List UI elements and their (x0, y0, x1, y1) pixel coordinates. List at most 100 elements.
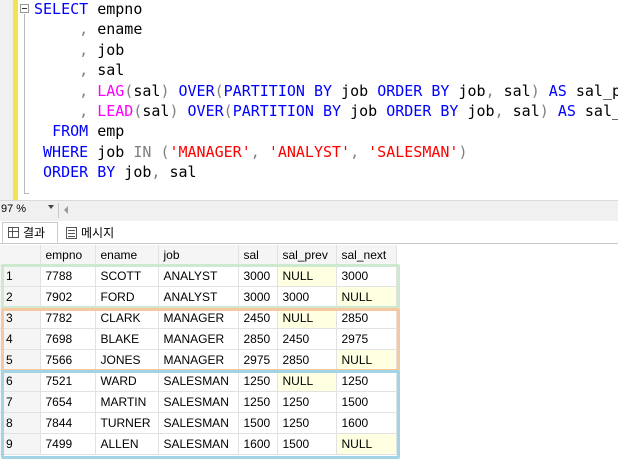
table-row[interactable]: 2 7902 FORD ANALYST 3000 3000 NULL (0, 286, 397, 308)
cell-empno[interactable]: 7844 (40, 412, 96, 434)
cell-job[interactable]: MANAGER (158, 328, 239, 350)
cell-sal[interactable]: 1250 (238, 391, 278, 413)
collapse-icon[interactable] (20, 4, 29, 13)
cell-sal-prev[interactable]: 1250 (277, 391, 337, 413)
cell-empno[interactable]: 7788 (40, 265, 96, 287)
cell-sal-next[interactable]: 1500 (336, 391, 397, 413)
row-number[interactable]: 5 (0, 349, 41, 371)
row-number[interactable]: 6 (0, 370, 41, 392)
column-header-empno[interactable]: empno (40, 245, 96, 266)
cell-ename[interactable]: JONES (95, 349, 159, 371)
cell-job[interactable]: MANAGER (158, 307, 239, 329)
table-row[interactable]: 4 7698 BLAKE MANAGER 2850 2450 2975 (0, 328, 397, 350)
code-line[interactable]: , ename (34, 19, 618, 39)
table-row[interactable]: 9 7499 ALLEN SALESMAN 1600 1500 NULL (0, 433, 397, 455)
cell-job[interactable]: MANAGER (158, 349, 239, 371)
cell-ename[interactable]: TURNER (95, 412, 159, 434)
code-line[interactable]: , LEAD(sal) OVER(PARTITION BY job ORDER … (34, 101, 618, 121)
row-number[interactable]: 7 (0, 391, 41, 413)
cell-sal[interactable]: 3000 (238, 265, 278, 287)
cell-ename[interactable]: BLAKE (95, 328, 159, 350)
row-number[interactable]: 1 (0, 265, 41, 287)
row-number[interactable]: 8 (0, 412, 41, 434)
cell-sal-prev[interactable]: 1500 (277, 433, 337, 455)
tab-results[interactable]: 결과 (2, 222, 58, 243)
cell-job[interactable]: SALESMAN (158, 433, 239, 455)
code-token: job (458, 101, 495, 120)
zoom-dropdown[interactable]: 97 % (0, 203, 58, 218)
cell-ename[interactable]: CLARK (95, 307, 159, 329)
cell-sal[interactable]: 2450 (238, 307, 278, 329)
code-line[interactable]: SELECT empno (34, 0, 618, 19)
code-line[interactable]: , sal (34, 60, 618, 80)
cell-empno[interactable]: 7521 (40, 370, 96, 392)
table-row[interactable]: 6 7521 WARD SALESMAN 1250 NULL 1250 (0, 370, 397, 392)
cell-empno[interactable]: 7698 (40, 328, 96, 350)
cell-ename[interactable]: FORD (95, 286, 159, 308)
code-line[interactable]: , LAG(sal) OVER(PARTITION BY job ORDER B… (34, 81, 618, 101)
cell-sal-prev[interactable]: NULL (277, 265, 337, 287)
table-row[interactable]: 1 7788 SCOTT ANALYST 3000 NULL 3000 (0, 265, 397, 287)
cell-sal[interactable]: 1500 (238, 412, 278, 434)
cell-sal-next[interactable]: 1600 (336, 412, 397, 434)
cell-ename[interactable]: SCOTT (95, 265, 159, 287)
column-header-rownum[interactable] (0, 245, 41, 266)
cell-job[interactable]: SALESMAN (158, 370, 239, 392)
table-row[interactable]: 8 7844 TURNER SALESMAN 1500 1250 1600 (0, 412, 397, 434)
cell-ename[interactable]: ALLEN (95, 433, 159, 455)
cell-sal-next[interactable]: 2850 (336, 307, 397, 329)
cell-empno[interactable]: 7902 (40, 286, 96, 308)
sql-code[interactable]: SELECT empno , ename , job , sal , LAG(s… (34, 0, 618, 183)
table-row[interactable]: 5 7566 JONES MANAGER 2975 2850 NULL (0, 349, 397, 371)
code-token: job (88, 40, 125, 59)
cell-sal[interactable]: 3000 (238, 286, 278, 308)
row-number[interactable]: 3 (0, 307, 41, 329)
column-header-sal[interactable]: sal (238, 245, 278, 266)
column-header-ename[interactable]: ename (95, 245, 159, 266)
cell-sal-next[interactable]: NULL (336, 286, 397, 308)
cell-sal-prev[interactable]: NULL (277, 307, 337, 329)
cell-sal-next[interactable]: 2975 (336, 328, 397, 350)
cell-sal[interactable]: 1250 (238, 370, 278, 392)
cell-sal[interactable]: 2850 (238, 328, 278, 350)
cell-sal-prev[interactable]: 2450 (277, 328, 337, 350)
cell-sal-prev[interactable]: 2850 (277, 349, 337, 371)
cell-job[interactable]: SALESMAN (158, 391, 239, 413)
cell-sal[interactable]: 1600 (238, 433, 278, 455)
column-header-sal-next[interactable]: sal_next (336, 245, 397, 266)
cell-sal-next[interactable]: NULL (336, 349, 397, 371)
cell-job[interactable]: SALESMAN (158, 412, 239, 434)
cell-sal-next[interactable]: 3000 (336, 265, 397, 287)
cell-empno[interactable]: 7654 (40, 391, 96, 413)
cell-empno[interactable]: 7499 (40, 433, 96, 455)
code-line[interactable]: FROM emp (34, 121, 618, 141)
column-header-sal-prev[interactable]: sal_prev (277, 245, 337, 266)
code-line[interactable]: , job (34, 40, 618, 60)
cell-sal[interactable]: 2975 (238, 349, 278, 371)
cell-empno[interactable]: 7566 (40, 349, 96, 371)
cell-job[interactable]: ANALYST (158, 286, 239, 308)
cell-sal-next[interactable]: 1250 (336, 370, 397, 392)
column-header-job[interactable]: job (158, 245, 239, 266)
scroll-left-icon[interactable] (64, 206, 68, 214)
row-number[interactable]: 2 (0, 286, 41, 308)
query-editor[interactable]: SELECT empno , ename , job , sal , LAG(s… (0, 0, 618, 200)
tab-messages[interactable]: 메시지 (64, 222, 114, 243)
code-line[interactable]: ORDER BY job, sal (34, 162, 618, 182)
row-number[interactable]: 4 (0, 328, 41, 350)
cell-empno[interactable]: 7782 (40, 307, 96, 329)
cell-sal-prev[interactable]: 3000 (277, 286, 337, 308)
cell-sal-prev[interactable]: NULL (277, 370, 337, 392)
results-grid[interactable]: empno ename job sal sal_prev sal_next 17… (0, 245, 397, 455)
table-row[interactable]: 3 7782 CLARK MANAGER 2450 NULL 2850 (0, 307, 397, 329)
row-number[interactable]: 9 (0, 433, 41, 455)
code-line[interactable]: WHERE job IN ('MANAGER', 'ANALYST', 'SAL… (34, 142, 618, 162)
cell-sal-next[interactable]: NULL (336, 433, 397, 455)
cell-job[interactable]: ANALYST (158, 265, 239, 287)
cell-sal-prev[interactable]: 1250 (277, 412, 337, 434)
table-row[interactable]: 7 7654 MARTIN SALESMAN 1250 1250 1500 (0, 391, 397, 413)
cell-ename[interactable]: MARTIN (95, 391, 159, 413)
code-token: 'SALESMAN' (368, 142, 459, 161)
cell-ename[interactable]: WARD (95, 370, 159, 392)
